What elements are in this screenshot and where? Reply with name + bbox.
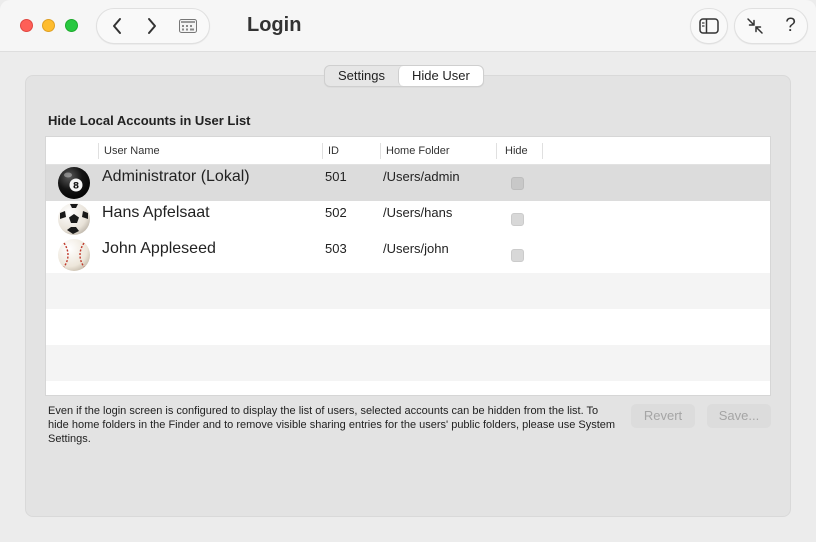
help-button[interactable]: ? bbox=[772, 9, 809, 43]
table-row[interactable]: 8 Administrator (Lokal) 501 /Users/admin bbox=[46, 165, 770, 201]
home-folder-cell: /Users/hans bbox=[383, 205, 453, 220]
tab-hide-user[interactable]: Hide User bbox=[397, 66, 483, 86]
user-id-cell: 502 bbox=[325, 205, 347, 220]
table-row[interactable]: John Appleseed 503 /Users/john bbox=[46, 237, 770, 273]
revert-button[interactable]: Revert bbox=[631, 404, 695, 428]
column-separator bbox=[496, 143, 497, 159]
column-separator bbox=[98, 143, 99, 159]
tab-settings[interactable]: Settings bbox=[325, 66, 398, 86]
empty-row bbox=[46, 309, 770, 345]
user-id-cell: 503 bbox=[325, 241, 347, 256]
column-header-user-name[interactable]: User Name bbox=[104, 145, 160, 157]
sidebar-icon bbox=[699, 18, 719, 34]
eight-ball-icon: 8 bbox=[58, 167, 90, 199]
empty-row bbox=[46, 273, 770, 309]
column-separator bbox=[322, 143, 323, 159]
app-grid-button[interactable] bbox=[170, 9, 206, 43]
chevron-left-icon bbox=[113, 18, 121, 34]
maximize-window-button[interactable] bbox=[65, 19, 78, 32]
column-header-hide[interactable]: Hide bbox=[505, 145, 528, 157]
hide-checkbox[interactable] bbox=[511, 213, 524, 226]
hide-checkbox[interactable] bbox=[511, 177, 524, 190]
hide-checkbox[interactable] bbox=[511, 249, 524, 262]
title-bar: Login ? bbox=[0, 0, 816, 52]
empty-row bbox=[46, 345, 770, 381]
home-folder-cell: /Users/admin bbox=[383, 169, 460, 184]
back-button[interactable] bbox=[99, 9, 135, 43]
help-icon: ? bbox=[785, 15, 796, 36]
collapse-arrows-icon bbox=[746, 18, 763, 34]
baseball-icon bbox=[58, 239, 90, 271]
app-grid-icon bbox=[179, 19, 197, 33]
column-header-id[interactable]: ID bbox=[328, 145, 339, 157]
minimize-window-button[interactable] bbox=[42, 19, 55, 32]
collapse-button[interactable] bbox=[736, 9, 773, 43]
window-title: Login bbox=[247, 14, 302, 36]
section-title: Hide Local Accounts in User List bbox=[48, 113, 251, 128]
user-name-cell: John Appleseed bbox=[102, 240, 216, 257]
user-name-cell: Administrator (Lokal) bbox=[102, 168, 250, 185]
column-header-home-folder[interactable]: Home Folder bbox=[386, 145, 450, 157]
table-header: User Name ID Home Folder Hide bbox=[46, 137, 770, 165]
tab-control: Settings Hide User bbox=[324, 65, 484, 87]
user-table: User Name ID Home Folder Hide 8 Administ… bbox=[45, 136, 771, 396]
soccer-ball-icon bbox=[58, 203, 90, 235]
empty-row bbox=[46, 381, 770, 395]
user-name-cell: Hans Apfelsaat bbox=[102, 204, 210, 221]
home-folder-cell: /Users/john bbox=[383, 241, 449, 256]
table-row[interactable]: Hans Apfelsaat 502 /Users/hans bbox=[46, 201, 770, 237]
svg-text:8: 8 bbox=[73, 182, 79, 192]
save-button[interactable]: Save... bbox=[707, 404, 771, 428]
column-separator bbox=[380, 143, 381, 159]
user-id-cell: 501 bbox=[325, 169, 347, 184]
column-separator bbox=[542, 143, 543, 159]
navigation-group bbox=[96, 8, 210, 44]
help-note: Even if the login screen is configured t… bbox=[48, 405, 616, 445]
chevron-right-icon bbox=[148, 18, 156, 34]
app-window: Login ? Settings Hide User Hide Local Ac… bbox=[0, 0, 816, 542]
forward-button[interactable] bbox=[134, 9, 170, 43]
toggle-sidebar-button[interactable] bbox=[690, 8, 728, 44]
window-actions-group: ? bbox=[734, 8, 808, 44]
close-window-button[interactable] bbox=[20, 19, 33, 32]
